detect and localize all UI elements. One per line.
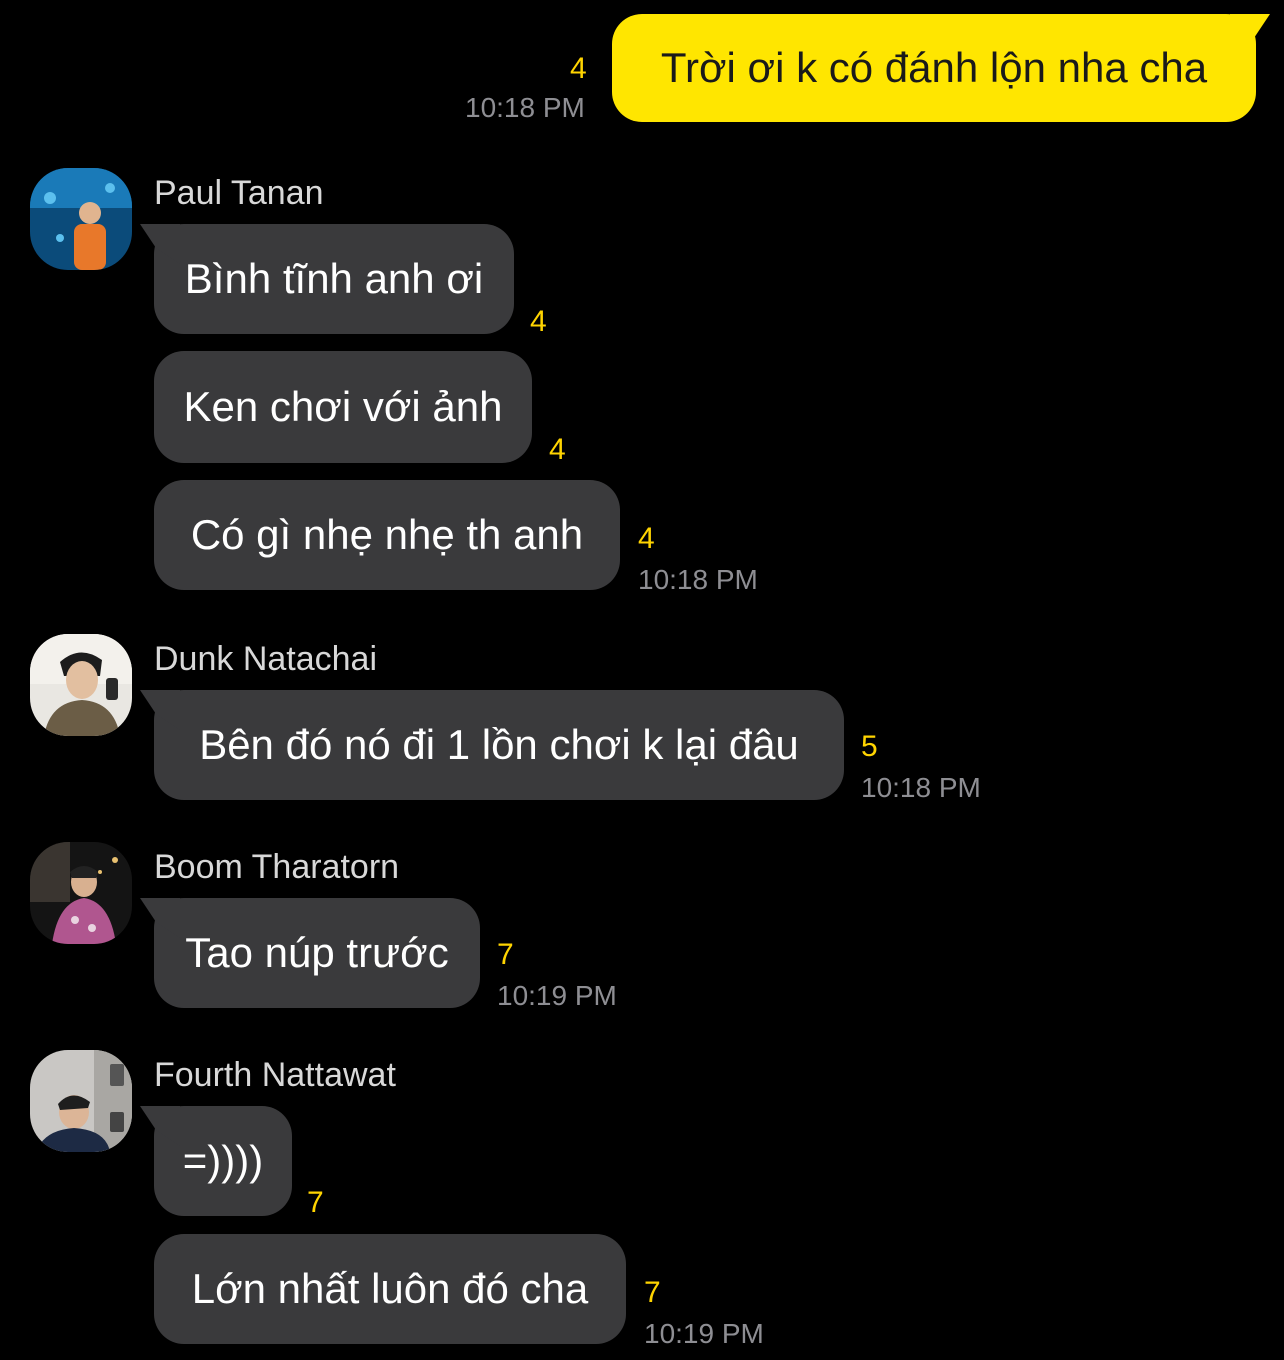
- unread-count: 7: [497, 938, 514, 971]
- message-text: Ken chơi với ảnh: [183, 383, 503, 430]
- message-text: Tao núp trước: [185, 929, 449, 976]
- avatar-paul-tanan[interactable]: [30, 168, 132, 270]
- message-time: 10:18 PM: [465, 92, 585, 123]
- bubble-tail: [1230, 14, 1270, 54]
- avatar-fourth-nattawat[interactable]: [30, 1050, 132, 1152]
- message-time: 10:19 PM: [497, 980, 617, 1011]
- message-time: 10:18 PM: [638, 564, 758, 595]
- incoming-message-bubble[interactable]: Có gì nhẹ nhẹ th anh: [154, 480, 620, 590]
- unread-count: 4: [549, 433, 566, 466]
- message-time: 10:19 PM: [644, 1318, 764, 1349]
- message-text: Lớn nhất luôn đó cha: [191, 1265, 589, 1312]
- message-text: Có gì nhẹ nhẹ th anh: [190, 511, 584, 558]
- avatar-dunk-natachai[interactable]: [30, 634, 132, 736]
- sender-name: Paul Tanan: [154, 174, 324, 212]
- incoming-message-bubble[interactable]: Bên đó nó đi 1 lồn chơi k lại đâu: [140, 690, 844, 800]
- sender-name: Dunk Natachai: [154, 640, 378, 678]
- sender-name: Boom Tharatorn: [154, 848, 400, 886]
- bubble-tail: [140, 898, 180, 938]
- incoming-message-bubble[interactable]: Ken chơi với ảnh: [154, 351, 532, 463]
- incoming-message-bubble[interactable]: Bình tĩnh anh ơi: [140, 224, 514, 334]
- unread-count: 4: [530, 305, 547, 338]
- unread-count: 7: [644, 1276, 661, 1309]
- message-text: Bình tĩnh anh ơi: [184, 255, 484, 302]
- unread-count: 4: [570, 52, 587, 85]
- bubble-tail: [140, 690, 180, 730]
- unread-count: 4: [638, 522, 655, 555]
- unread-count: 7: [307, 1186, 324, 1219]
- message-text: Trời ơi k có đánh lộn nha cha: [660, 44, 1208, 91]
- incoming-message-bubble[interactable]: =)))): [140, 1106, 292, 1216]
- incoming-message-bubble[interactable]: Lớn nhất luôn đó cha: [154, 1234, 626, 1344]
- bubble-tail: [140, 1106, 180, 1146]
- message-text: =)))): [182, 1137, 264, 1184]
- incoming-message-bubble[interactable]: Tao núp trước: [140, 898, 480, 1008]
- outgoing-message-bubble[interactable]: Trời ơi k có đánh lộn nha cha: [612, 14, 1270, 122]
- message-text: Bên đó nó đi 1 lồn chơi k lại đâu: [199, 721, 799, 768]
- avatar-boom-tharatorn[interactable]: [30, 842, 132, 944]
- bubble-tail: [140, 224, 180, 264]
- sender-name: Fourth Nattawat: [154, 1056, 396, 1094]
- unread-count: 5: [861, 730, 878, 763]
- message-time: 10:18 PM: [861, 772, 981, 803]
